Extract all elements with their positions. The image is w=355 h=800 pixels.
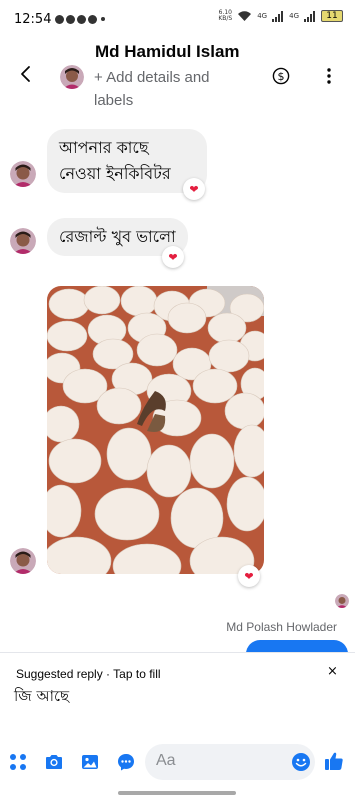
status-time: 12:54 xyxy=(14,11,52,27)
read-receipt-avatar xyxy=(335,594,349,608)
heart-reaction-icon[interactable]: ❤ xyxy=(162,246,184,268)
whatsapp-notification-icon xyxy=(66,14,76,24)
messenger-notification-icon xyxy=(88,14,98,24)
sender-avatar[interactable] xyxy=(10,228,36,254)
wifi-icon xyxy=(238,11,252,21)
suggested-reply-text[interactable]: জি আছে xyxy=(14,685,74,707)
add-details-link[interactable]: + Add details and labels xyxy=(94,66,244,112)
network-speed: 6.10 KB/S xyxy=(218,10,232,22)
network-4g-label: 4G xyxy=(257,11,268,20)
suggested-reply-panel: Suggested reply · Tap to fill × জি আছে xyxy=(0,652,355,736)
emoji-icon[interactable] xyxy=(291,752,311,772)
status-right: 6.10 KB/S 4G 4G 11 xyxy=(218,10,343,22)
messenger-notification-icon xyxy=(77,14,87,24)
svg-text:$: $ xyxy=(278,70,285,83)
camera-icon[interactable] xyxy=(44,752,64,772)
message-composer: Aa xyxy=(0,736,355,788)
outgoing-sender-name: Md Polash Howlader xyxy=(226,620,337,634)
dollar-circle-icon[interactable]: $ xyxy=(272,67,290,85)
eggs-photo[interactable] xyxy=(47,286,264,574)
more-notifications-icon xyxy=(101,17,106,21)
speed-unit: KB/S xyxy=(218,15,233,22)
back-arrow-icon[interactable] xyxy=(16,64,36,84)
sender-avatar[interactable] xyxy=(10,161,36,187)
message-input-placeholder: Aa xyxy=(156,752,176,769)
messenger-chat-icon[interactable] xyxy=(116,752,136,772)
more-vertical-icon[interactable] xyxy=(320,67,338,85)
message-bubble[interactable]: আপনার কাছে নেওয়া ইনকিবিটর xyxy=(47,129,207,193)
contact-name[interactable]: Md Hamidul Islam xyxy=(95,42,240,62)
home-indicator[interactable] xyxy=(118,791,236,795)
message-input[interactable]: Aa xyxy=(145,744,315,780)
apps-grid-icon[interactable] xyxy=(8,752,28,772)
chat-header: Md Hamidul Islam + Add details and label… xyxy=(0,38,355,114)
messenger-notification-icon xyxy=(55,14,65,24)
heart-reaction-icon[interactable]: ❤ xyxy=(238,565,260,587)
heart-reaction-icon[interactable]: ❤ xyxy=(183,178,205,200)
thumbs-up-icon[interactable] xyxy=(323,750,345,772)
suggested-reply-title: Suggested reply · Tap to fill xyxy=(16,667,161,681)
notification-icons xyxy=(55,14,106,24)
signal-secondary-icon xyxy=(304,10,315,22)
close-suggestion-button[interactable]: × xyxy=(327,664,338,679)
contact-avatar[interactable] xyxy=(60,65,84,89)
status-bar: 12:54 6.10 KB/S 4G 4G 11 xyxy=(0,0,355,38)
network-4g-secondary-label: 4G xyxy=(289,11,299,20)
gallery-icon[interactable] xyxy=(80,752,100,772)
battery-icon: 11 xyxy=(321,10,343,22)
sender-avatar[interactable] xyxy=(10,548,36,574)
signal-icon xyxy=(272,10,284,22)
